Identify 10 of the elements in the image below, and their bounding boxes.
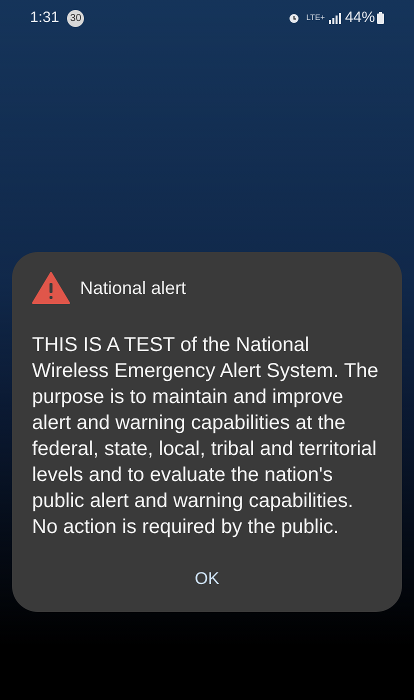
signal-icon	[328, 12, 341, 24]
ok-button[interactable]: OK	[170, 558, 244, 600]
alert-message: THIS IS A TEST of the National Wireless Emergency Alert System. The purpose is to maintain and improve alert and warning capabilities at the federal, state, local, tribal and territorial levels and to evaluate the nation's public alert and warning capabilities. No action is required by the public.	[32, 333, 380, 540]
dialog-title: National alert	[80, 276, 186, 300]
network-type: LTE+	[306, 14, 325, 22]
warning-icon	[32, 272, 70, 304]
status-time: 1:31	[30, 8, 60, 28]
notification-badge: 30	[67, 10, 84, 26]
battery-icon	[377, 12, 384, 24]
battery-percent: 44%	[344, 8, 375, 28]
